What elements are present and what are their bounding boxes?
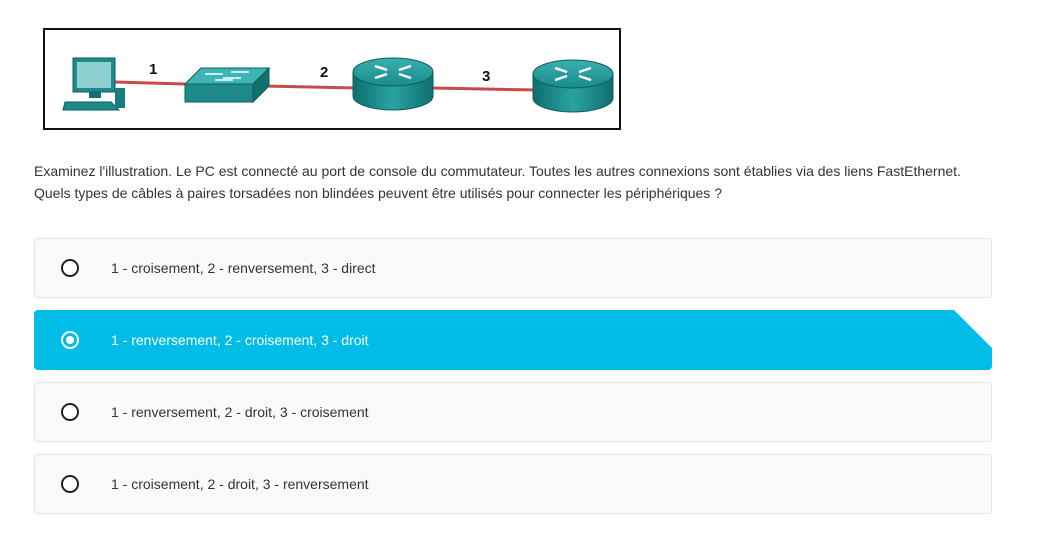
correct-answer-corner-marker [954, 310, 992, 348]
answer-option-1[interactable]: 1 - croisement, 2 - renversement, 3 - di… [34, 238, 992, 298]
answer-option-4[interactable]: 1 - croisement, 2 - droit, 3 - renversem… [34, 454, 992, 514]
option-label: 1 - croisement, 2 - renversement, 3 - di… [111, 260, 376, 276]
option-label: 1 - renversement, 2 - droit, 3 - croisem… [111, 404, 369, 420]
cable-3 [432, 86, 538, 92]
radio-button[interactable] [61, 403, 79, 421]
cable-label-2: 2 [320, 64, 328, 81]
radio-dot [66, 336, 74, 344]
answer-option-3[interactable]: 1 - renversement, 2 - droit, 3 - croisem… [34, 382, 992, 442]
option-label: 1 - renversement, 2 - croisement, 3 - dr… [111, 332, 369, 348]
cable-label-3: 3 [482, 68, 490, 85]
answer-option-2[interactable]: 1 - renversement, 2 - croisement, 3 - dr… [34, 310, 992, 370]
topology-diagram: 1 2 3 [62, 57, 614, 113]
network-exhibit: 1 2 3 [43, 28, 621, 130]
radio-button[interactable] [61, 259, 79, 277]
option-label: 1 - croisement, 2 - droit, 3 - renversem… [111, 476, 369, 492]
cable-label-1: 1 [149, 61, 157, 78]
radio-button-selected[interactable] [61, 331, 79, 349]
question-text: Examinez l'illustration. Le PC est conne… [34, 163, 961, 201]
pc-icon [62, 57, 125, 111]
router-icon [532, 59, 614, 113]
switch-icon [183, 66, 271, 104]
router-icon [352, 57, 434, 111]
radio-button[interactable] [61, 475, 79, 493]
cable-1 [114, 80, 186, 86]
cable-2 [262, 84, 358, 90]
